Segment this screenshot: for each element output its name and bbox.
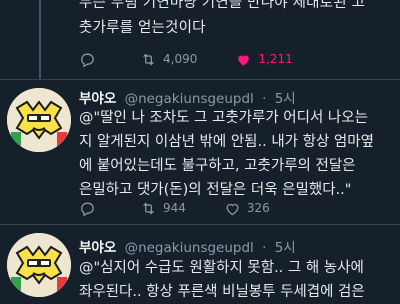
tweet-line: 좌우된다.. 항상 푸른색 비닐봉투 두세겹에 검은: [79, 284, 365, 300]
timestamp[interactable]: 5시: [275, 240, 296, 256]
tweet-text: @"딸인 나 조차도 그 고춧가루가 어디서 나오는 지 알게된지 이삼년 밖에…: [79, 106, 397, 202]
tweet-line: 에 붙어있는데도 불구하고, 고춧가루의 전달은: [79, 158, 356, 174]
tweet-header: 부야오 @negakiunsgeupdl · 5시: [79, 236, 296, 256]
tweet-actions: 944 326: [79, 198, 308, 218]
previous-tweet-line: 춧가루를 얻는것이다: [79, 20, 206, 36]
like-count: 1,211: [258, 52, 293, 66]
previous-tweet-line: 무슨 무림 기연마냥 기연을 만나야 제대로된 고: [79, 0, 366, 11]
retweet-icon: [143, 202, 154, 214]
thread-line: [39, 0, 41, 80]
tweet-line: @"딸인 나 조차도 그 고춧가루가 어디서 나오는: [79, 110, 368, 126]
reply-button[interactable]: [79, 51, 102, 68]
retweet-count: 4,090: [163, 52, 198, 66]
separator: ·: [262, 91, 267, 107]
retweet-button[interactable]: 944: [140, 200, 186, 217]
reply-button[interactable]: [79, 200, 102, 217]
tweet[interactable]: 부야오 @negakiunsgeupdl · 5시 @"딸인 나 조차도 그 고…: [0, 80, 400, 224]
previous-tweet-actions: 4,090 1,211: [79, 49, 331, 69]
like-count: 326: [246, 201, 270, 215]
heart-filled-icon: [238, 55, 250, 66]
separator: ·: [262, 240, 267, 256]
reply-icon: [81, 53, 94, 67]
avatar-image: [7, 88, 71, 152]
retweet-icon: [143, 53, 154, 65]
heart-icon: [226, 203, 239, 215]
handle[interactable]: @negakiunsgeupdl: [125, 91, 254, 107]
previous-tweet[interactable]: 무슨 무림 기연마냥 기연을 만나야 제대로된 고 춧가루를 얻는것이다 4,0…: [0, 0, 400, 80]
timestamp[interactable]: 5시: [275, 91, 296, 107]
handle[interactable]: @negakiunsgeupdl: [125, 240, 254, 256]
avatar[interactable]: [7, 233, 71, 297]
reply-icon: [81, 202, 94, 216]
tweet-text: @"심지어 수급도 원활하지 못함.. 그 해 농사에 좌우된다.. 항상 푸른…: [79, 256, 397, 304]
retweet-count: 944: [163, 201, 186, 215]
tweet[interactable]: 부야오 @negakiunsgeupdl · 5시 @"심지어 수급도 원활하지…: [0, 225, 400, 300]
tweet-header: 부야오 @negakiunsgeupdl · 5시: [79, 87, 296, 107]
display-name[interactable]: 부야오: [79, 91, 116, 107]
avatar-image: [7, 233, 71, 297]
like-button[interactable]: 1,211: [235, 51, 293, 68]
display-name[interactable]: 부야오: [79, 240, 116, 256]
tweet-line: @"심지어 수급도 원활하지 못함.. 그 해 농사에: [79, 260, 364, 276]
retweet-button[interactable]: 4,090: [140, 51, 197, 68]
avatar[interactable]: [7, 88, 71, 152]
like-button[interactable]: 326: [224, 200, 270, 217]
previous-tweet-text: 무슨 무림 기연마냥 기연을 만나야 제대로된 고 춧가루를 얻는것이다: [79, 0, 394, 41]
tweet-line: 지 알게된지 이삼년 밖에 안됨.. 내가 항상 엄마옆: [79, 134, 374, 150]
